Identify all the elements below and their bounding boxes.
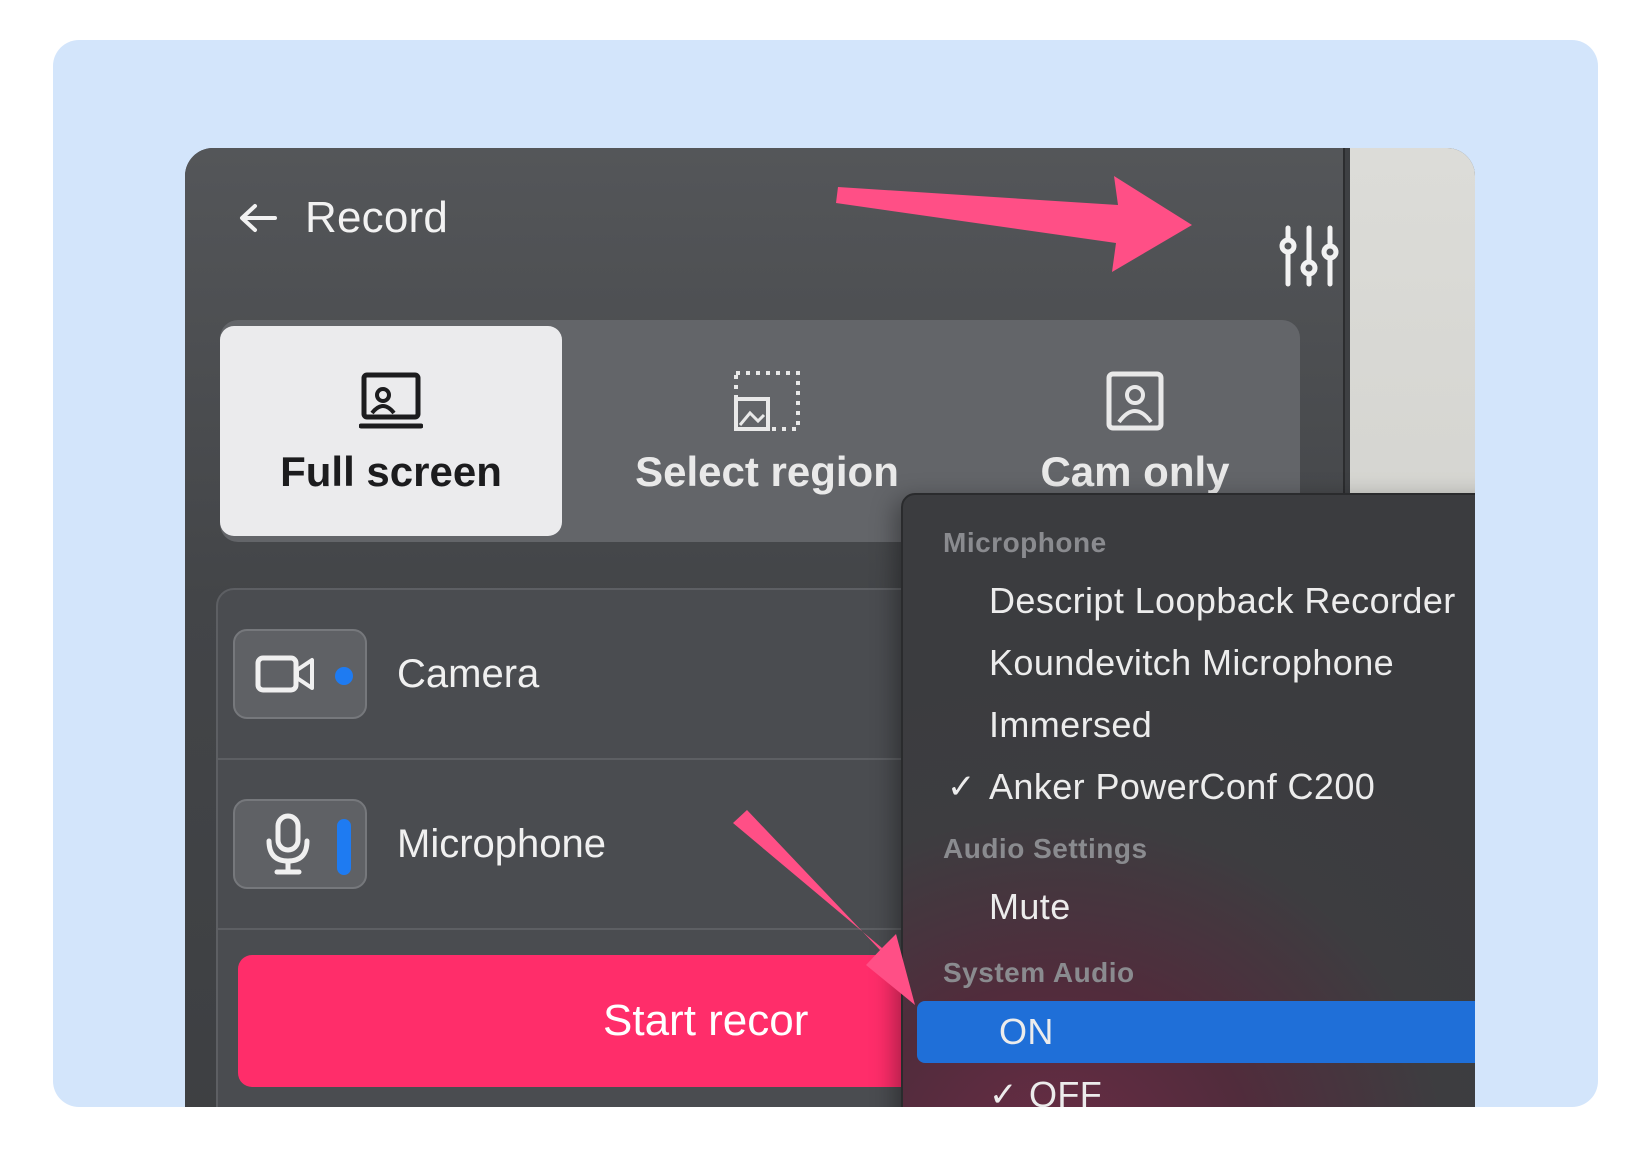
record-window: Record Full screen Select region Cam onl…: [185, 148, 1475, 1107]
mode-cam-only-label: Cam only: [1040, 448, 1230, 495]
mode-select-region[interactable]: Select region: [600, 326, 934, 536]
camera-toggle-button[interactable]: [233, 629, 367, 719]
checkmark-icon: ✓: [947, 768, 976, 806]
full-screen-icon: [359, 366, 423, 436]
microphone-toggle-button[interactable]: [233, 799, 367, 889]
system-audio-off[interactable]: ✓ OFF: [903, 1067, 1475, 1107]
select-region-icon: [732, 366, 802, 436]
mic-option-descript-loopback[interactable]: Descript Loopback Recorder: [903, 573, 1475, 629]
menu-section-audio-settings: Audio Settings: [943, 833, 1148, 864]
mode-full-screen-label: Full screen: [280, 448, 502, 495]
cam-only-portrait-icon: [1105, 366, 1165, 436]
checkmark-icon: ✓: [989, 1076, 1018, 1107]
start-recording-label: Start recor: [603, 996, 809, 1045]
panel-header: Record: [235, 188, 448, 248]
video-camera-icon: [255, 655, 314, 693]
mic-option-immersed[interactable]: Immersed: [903, 697, 1475, 753]
system-audio-on[interactable]: ON: [917, 1001, 1475, 1063]
microphone-label: Microphone: [397, 821, 607, 866]
back-arrow-icon[interactable]: [235, 200, 279, 236]
menu-section-system-audio: System Audio: [943, 957, 1135, 988]
mode-full-screen[interactable]: Full screen: [220, 326, 562, 536]
microphone-level-bar: [337, 819, 351, 875]
menu-section-microphone: Microphone: [943, 527, 1107, 558]
audio-option-mute[interactable]: Mute: [903, 879, 1475, 935]
microphone-icon: [266, 813, 310, 875]
mode-select-region-label: Select region: [635, 448, 899, 495]
audio-dropdown-menu: Microphone Descript Loopback Recorder Ko…: [901, 493, 1475, 1107]
page-title: Record: [305, 193, 449, 242]
mic-option-anker-powerconf[interactable]: ✓ Anker PowerConf C200: [903, 759, 1475, 815]
mic-option-koundevitch[interactable]: Koundevitch Microphone: [903, 635, 1475, 691]
camera-label: Camera: [397, 651, 540, 696]
sliders-settings-icon[interactable]: [1278, 224, 1340, 288]
backdrop: Record Full screen Select region Cam onl…: [53, 40, 1598, 1107]
camera-active-dot: [335, 667, 353, 685]
